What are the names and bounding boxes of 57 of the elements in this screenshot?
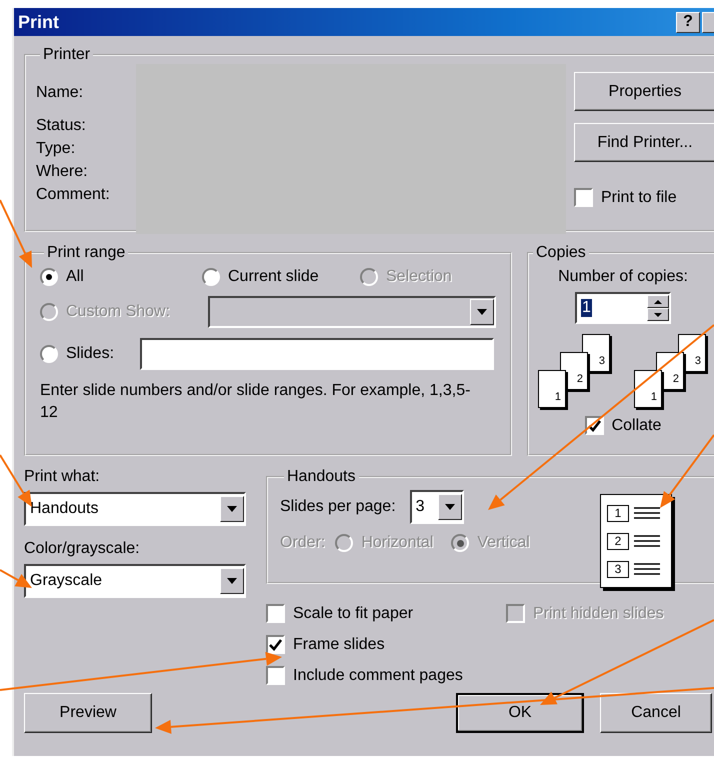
checkbox[interactable] bbox=[266, 666, 285, 685]
dropdown[interactable]: Handouts bbox=[24, 492, 246, 526]
checkmark-icon bbox=[588, 420, 601, 432]
field-label: Comment: bbox=[36, 186, 111, 204]
field-label: Order: bbox=[280, 534, 326, 552]
dialog-button[interactable]: Preview bbox=[24, 693, 152, 733]
radio-label: Selection bbox=[386, 268, 452, 286]
field-label: Color/grayscale: bbox=[24, 540, 141, 558]
page-drawing: 1 bbox=[634, 370, 662, 408]
spin-field[interactable]: 1 bbox=[575, 292, 671, 324]
radio-button[interactable] bbox=[335, 534, 354, 552]
checkbox[interactable] bbox=[574, 188, 593, 207]
hint-text: Enter slide numbers and/or slide ranges. For example, 1,3,5-12 bbox=[40, 381, 472, 423]
group-label: Handouts bbox=[286, 468, 356, 486]
radio-button[interactable] bbox=[202, 268, 220, 286]
field-label: Status: bbox=[36, 117, 87, 135]
checkbox-label: Print to file bbox=[601, 188, 677, 206]
field-label: Print what: bbox=[24, 468, 101, 486]
field-label: Number of copies: bbox=[558, 268, 688, 286]
radio-label: Custom Show: bbox=[66, 303, 170, 321]
checkbox-label: Include comment pages bbox=[293, 666, 463, 684]
group-label: Copies bbox=[535, 244, 587, 262]
dialog-button[interactable]: Find Printer... bbox=[574, 123, 714, 162]
checkbox[interactable] bbox=[266, 635, 285, 654]
group-label: Print range bbox=[46, 244, 126, 262]
checkbox-label: Frame slides bbox=[293, 636, 385, 654]
annotation-arrow bbox=[0, 200, 32, 268]
dialog-button[interactable]: Cancel bbox=[600, 693, 712, 733]
radio-button[interactable] bbox=[40, 268, 58, 286]
field-label: Slides per page: bbox=[280, 498, 396, 516]
page-drawing: 1 bbox=[538, 370, 566, 408]
checkbox[interactable] bbox=[266, 604, 285, 623]
window-title: Print bbox=[18, 12, 60, 32]
dialog-button[interactable]: OK bbox=[456, 693, 584, 733]
radio-label: Slides: bbox=[66, 345, 114, 363]
handout-page-drawing: 1 2 3 bbox=[600, 494, 672, 588]
group-label: Printer bbox=[42, 46, 92, 64]
checkbox-label: Scale to fit paper bbox=[293, 604, 414, 622]
radio-button[interactable] bbox=[40, 345, 58, 363]
radio-label: Vertical bbox=[477, 534, 530, 552]
dropdown[interactable]: 3 bbox=[410, 490, 464, 524]
dialog-button[interactable]: Properties bbox=[574, 72, 714, 111]
radio-label: Horizontal bbox=[361, 534, 434, 552]
radio-button[interactable] bbox=[451, 534, 470, 552]
radio-label: All bbox=[66, 268, 84, 286]
input-field[interactable] bbox=[140, 338, 494, 370]
annotation-arrow bbox=[0, 569, 32, 588]
radio-label: Current slide bbox=[228, 268, 319, 286]
checkmark-icon bbox=[269, 638, 282, 650]
help-button[interactable]: ? bbox=[676, 12, 700, 32]
field-label: Name: bbox=[36, 84, 84, 102]
dropdown[interactable] bbox=[208, 296, 496, 328]
dropdown[interactable]: Grayscale bbox=[24, 564, 246, 598]
checkbox-label: Print hidden slides bbox=[533, 604, 664, 622]
field-label: Where: bbox=[36, 163, 89, 181]
field-label: Type: bbox=[36, 140, 76, 158]
checkbox-label: Collate bbox=[612, 416, 662, 434]
